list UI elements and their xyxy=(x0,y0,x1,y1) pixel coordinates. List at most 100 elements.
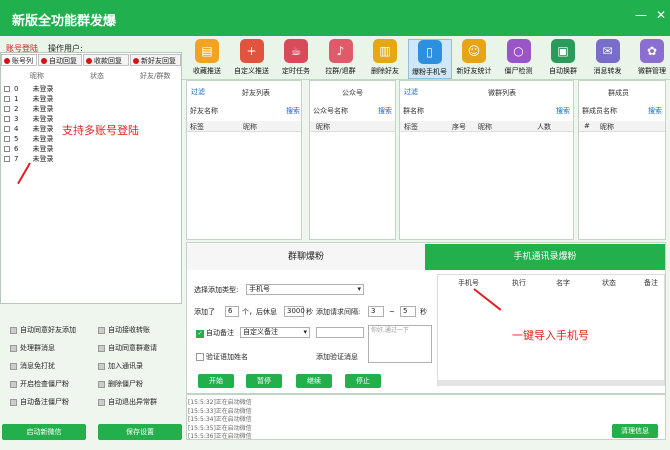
phone-col-number: 手机号 xyxy=(458,279,479,287)
close-button[interactable]: ✕ xyxy=(652,6,670,24)
option-checkbox[interactable]: 开启检查僵尸粉 xyxy=(10,379,69,389)
toolbar-button-phone[interactable]: ▯ 爆粉手机号 xyxy=(407,39,452,79)
row-index: 1 xyxy=(14,95,19,103)
option-checkbox[interactable]: 自动退出异常群 xyxy=(98,397,157,407)
interval-max-input[interactable]: 5 xyxy=(400,306,416,317)
option-checkbox[interactable]: 删除僵尸粉 xyxy=(98,379,143,389)
toolbar-label: 自定义推送 xyxy=(234,67,269,75)
toolbar-button-folder[interactable]: ▤ 收藏推送 xyxy=(185,39,229,79)
gear-icon: ✿ xyxy=(640,39,664,63)
account-row[interactable]: 2 未登录 xyxy=(4,104,84,114)
add-type-label: 选择添加类型: xyxy=(194,286,239,294)
interval-min-input[interactable]: 3 xyxy=(368,306,384,317)
toolbar-button-chat[interactable]: ▣ 自动换群 xyxy=(541,39,585,79)
row-index: 4 xyxy=(14,125,19,133)
row-checkbox[interactable] xyxy=(4,96,10,102)
tab-group-chat-fans[interactable]: 群聊爆粉 xyxy=(187,244,425,270)
friends-search-link[interactable]: 搜索 xyxy=(286,106,300,116)
toolbar-button-plus[interactable]: + 自定义推送 xyxy=(230,39,274,79)
members-title: 群成员 xyxy=(608,89,629,97)
rest-seconds-input[interactable]: 3000 xyxy=(284,306,305,317)
row-index: 7 xyxy=(14,155,19,163)
toolbar-button-cup[interactable]: ☕ 定时任务 xyxy=(274,39,318,79)
pause-button[interactable]: 暂停 xyxy=(246,374,282,388)
chevron-down-icon: ▾ xyxy=(357,285,361,293)
row-nickname: 未登录 xyxy=(32,145,54,153)
trash-icon: ▥ xyxy=(373,39,397,63)
tab-account-list[interactable]: 账号列 xyxy=(1,54,37,66)
continue-button[interactable]: 继续 xyxy=(296,374,332,388)
horizontal-scrollbar[interactable] xyxy=(438,380,664,386)
clear-info-button[interactable]: 清理信息 xyxy=(612,424,658,438)
log-area xyxy=(186,394,666,440)
official-panel xyxy=(309,80,396,240)
row-checkbox[interactable] xyxy=(4,86,10,92)
tab-new-friend-reply[interactable]: 新好友回复 xyxy=(130,54,181,66)
add-type-select[interactable]: 手机号 ▾ xyxy=(246,284,364,295)
row-checkbox[interactable] xyxy=(4,156,10,162)
account-row[interactable]: 6 未登录 xyxy=(4,144,84,154)
toolbar-label: 收藏推送 xyxy=(193,67,221,75)
start-button[interactable]: 开始 xyxy=(198,374,234,388)
interval-unit: 秒 xyxy=(420,308,427,316)
greeting-textarea[interactable]: 你好,通过一下 xyxy=(368,325,432,363)
groups-col-nickname: 昵称 xyxy=(478,123,492,131)
stop-button[interactable]: 停止 xyxy=(345,374,381,388)
toolbar-button-message[interactable]: ✉ 消息转发 xyxy=(586,39,630,79)
option-checkbox[interactable]: 自动备注僵尸粉 xyxy=(10,397,69,407)
remark-select[interactable]: 自定义备注 ▾ xyxy=(240,327,310,338)
row-checkbox[interactable] xyxy=(4,126,10,132)
account-row[interactable]: 0 未登录 xyxy=(4,84,84,94)
toolbar-button-user[interactable]: ☺ 新好友统计 xyxy=(452,39,496,79)
minimize-button[interactable]: — xyxy=(632,6,650,24)
start-wechat-button[interactable]: 启动新微信 xyxy=(2,424,86,440)
option-checkbox[interactable]: 消息免打扰 xyxy=(10,361,55,371)
option-checkbox[interactable]: 自动同意群邀请 xyxy=(98,343,157,353)
verify-message-label: 添加验证消息 xyxy=(316,353,358,361)
log-line: [15:5:36]正在启动微信 xyxy=(188,433,252,440)
auto-remark-checkbox[interactable]: ✓ 自动备注 xyxy=(196,328,234,339)
checkmark-icon: ✓ xyxy=(196,330,204,338)
add-count-input[interactable]: 6 xyxy=(225,306,239,317)
folder-icon: ▤ xyxy=(195,39,219,63)
members-name-label: 群成员名称 xyxy=(582,107,617,115)
option-checkbox[interactable]: 自动接收转账 xyxy=(98,325,150,335)
account-row[interactable]: 7 未登录 xyxy=(4,154,84,164)
toolbar-label: 微群管理 xyxy=(638,67,666,75)
groups-search-link[interactable]: 搜索 xyxy=(556,106,570,116)
groups-col-count: 人数 xyxy=(537,123,551,131)
option-checkbox[interactable]: 自动同意好友添加 xyxy=(10,325,76,335)
members-search-link[interactable]: 搜索 xyxy=(648,106,662,116)
row-checkbox[interactable] xyxy=(4,146,10,152)
save-settings-button[interactable]: 保存设置 xyxy=(98,424,182,440)
friends-panel xyxy=(186,80,302,240)
toolbar-button-magnifier[interactable]: ○ 僵尸检测 xyxy=(497,39,541,79)
tab-auto-reply[interactable]: 自动回复 xyxy=(38,54,82,66)
groups-filter[interactable]: 过滤 xyxy=(404,87,418,97)
members-col-hash: # xyxy=(584,122,590,130)
official-search-link[interactable]: 搜索 xyxy=(378,106,392,116)
row-checkbox[interactable] xyxy=(4,116,10,122)
friends-filter[interactable]: 过滤 xyxy=(191,87,205,97)
multi-account-annotation: 支持多账号登陆 xyxy=(62,124,139,137)
option-checkbox[interactable]: 加入通讯录 xyxy=(98,361,143,371)
toolbar-label: 定时任务 xyxy=(282,67,310,75)
official-name-label: 公众号名称 xyxy=(313,107,348,115)
bell-icon: ♪ xyxy=(328,39,353,63)
tab-payment-reply[interactable]: 收款回复 xyxy=(83,54,129,66)
row-checkbox[interactable] xyxy=(4,136,10,142)
option-checkbox[interactable]: 处理群消息 xyxy=(10,343,55,353)
groups-panel xyxy=(399,80,574,240)
row-checkbox[interactable] xyxy=(4,106,10,112)
verify-name-checkbox[interactable]: 验证语加姓名 xyxy=(196,352,248,363)
toolbar-button-gear[interactable]: ✿ 微群管理 xyxy=(630,39,670,79)
friends-title: 好友列表 xyxy=(242,89,270,97)
toolbar-button-bell[interactable]: ♪ 拉群/退群 xyxy=(319,39,363,79)
app-title: 新版全功能群发爆 xyxy=(12,14,117,29)
remark-custom-input[interactable] xyxy=(316,327,364,338)
members-panel xyxy=(578,80,666,240)
toolbar-button-trash[interactable]: ▥ 删除好友 xyxy=(363,39,407,79)
tab-phone-contacts-fans[interactable]: 手机通讯录爆粉 xyxy=(425,244,665,270)
friends-col-tag: 标签 xyxy=(190,123,204,131)
account-row[interactable]: 1 未登录 xyxy=(4,94,84,104)
